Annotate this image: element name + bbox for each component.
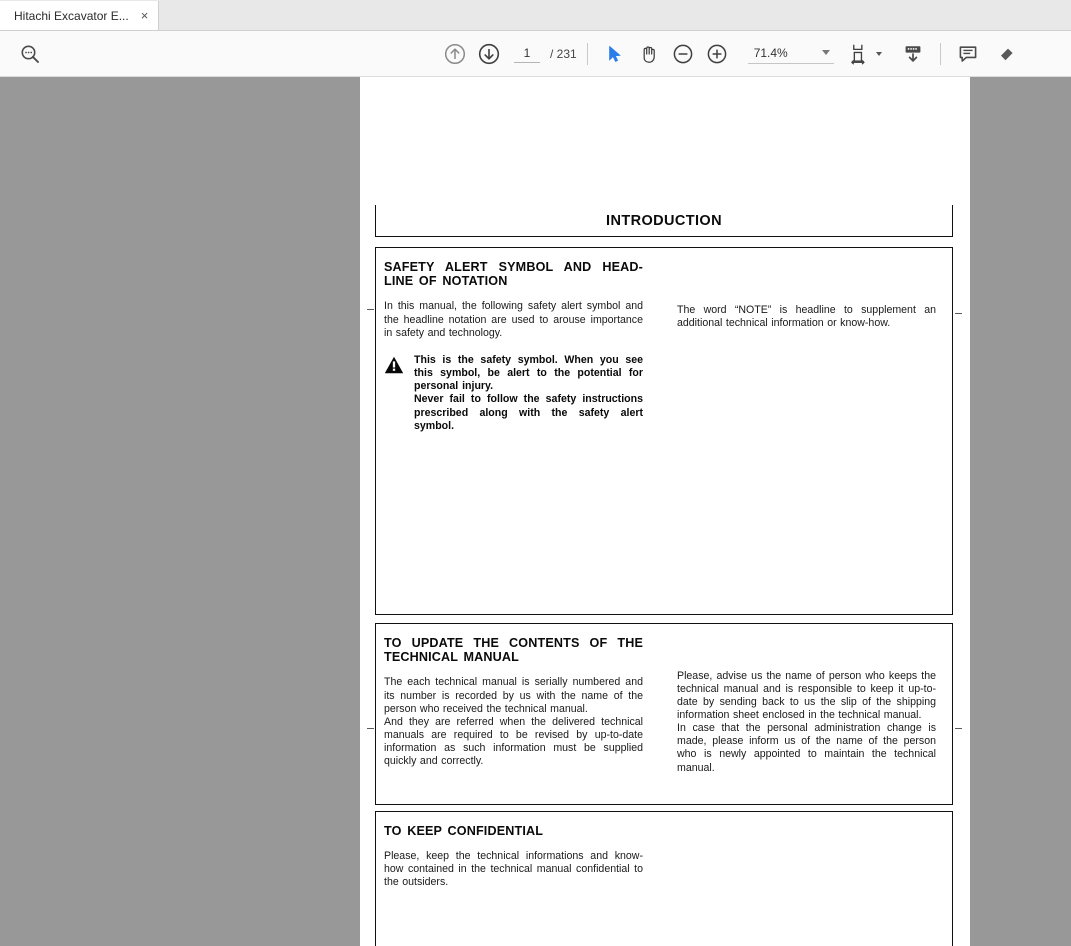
section-1-right-column: The word “NOTE” is headline to supplemen… <box>677 260 936 433</box>
section-1-left-column: SAFETY ALERT SYMBOL AND HEAD-LINE OF NOT… <box>384 260 643 433</box>
page-number-input[interactable] <box>514 44 540 63</box>
section-1-right-body: The word “NOTE” is headline to supplemen… <box>677 304 936 330</box>
zoom-level-value: 71.4% <box>753 45 788 60</box>
scan-edge-mark <box>955 728 962 729</box>
chevron-down-icon <box>875 51 882 56</box>
toolbar-divider-2 <box>939 42 941 65</box>
section-2-right-body-2: In case that the personal administration… <box>677 722 936 774</box>
previous-page-button[interactable] <box>438 37 472 71</box>
chevron-down-icon <box>821 50 830 55</box>
section-3-heading: TO KEEP CONFIDENTIAL <box>384 824 544 838</box>
section-2-heading: TO UPDATE THE CONTENTS OF THE TECHNICAL … <box>384 636 643 665</box>
section-3-right-column <box>677 824 936 889</box>
scan-edge-mark <box>367 728 374 729</box>
tab-bar-empty-area <box>159 1 1071 30</box>
page-total-label: / 231 <box>550 46 577 61</box>
fit-page-button[interactable] <box>848 37 882 71</box>
section-2-right-body-1: Please, advise us the name of person who… <box>677 670 936 722</box>
pdf-viewer-toolbar: / 231 71.4% <box>0 31 1071 77</box>
pdf-viewer-canvas[interactable]: INTRODUCTION SAFETY ALERT SYMBOL AND HEA… <box>0 77 1071 946</box>
section-3-left-column: TO KEEP CONFIDENTIAL Please, keep the te… <box>384 824 643 889</box>
section-2-right-column: Please, advise us the name of person who… <box>677 636 936 775</box>
zoom-out-button[interactable] <box>666 37 700 71</box>
next-page-button[interactable] <box>472 37 506 71</box>
select-tool-button[interactable] <box>598 37 632 71</box>
search-icon[interactable] <box>13 37 47 71</box>
toolbar-divider-1 <box>586 42 588 65</box>
section-update-contents: TO UPDATE THE CONTENTS OF THE TECHNICAL … <box>375 623 953 805</box>
section-1-left-body: In this manual, the following safety ale… <box>384 300 643 339</box>
download-button[interactable] <box>896 37 930 71</box>
section-2-left-column: TO UPDATE THE CONTENTS OF THE TECHNICAL … <box>384 636 643 775</box>
close-icon[interactable]: × <box>139 9 151 22</box>
browser-tab-title: Hitachi Excavator E... <box>14 8 129 23</box>
zoom-in-button[interactable] <box>700 37 734 71</box>
page-title: INTRODUCTION <box>606 212 722 229</box>
browser-tab[interactable]: Hitachi Excavator E... × <box>0 1 160 30</box>
section-2-left-body-2: And they are referred when the delivered… <box>384 715 643 767</box>
section-1-heading: SAFETY ALERT SYMBOL AND HEAD-LINE OF NOT… <box>384 260 643 289</box>
browser-tab-bar: Hitachi Excavator E... × <box>0 0 1071 31</box>
section-keep-confidential: TO KEEP CONFIDENTIAL Please, keep the te… <box>375 811 953 946</box>
safety-alert-text-2: Never fail to follow the safety instruct… <box>414 393 643 432</box>
pan-tool-button[interactable] <box>632 37 666 71</box>
warning-triangle-icon <box>384 354 414 433</box>
safety-alert-callout: This is the safety symbol. When you see … <box>384 354 643 433</box>
section-2-left-body-1: The each technical manual is serially nu… <box>384 676 643 715</box>
zoom-level-select[interactable]: 71.4% <box>747 44 834 64</box>
comment-button[interactable] <box>951 37 985 71</box>
section-safety-alert-symbol: SAFETY ALERT SYMBOL AND HEAD-LINE OF NOT… <box>375 247 953 615</box>
pdf-page: INTRODUCTION SAFETY ALERT SYMBOL AND HEA… <box>360 77 970 946</box>
scan-edge-mark <box>367 309 374 310</box>
safety-alert-text-1: This is the safety symbol. When you see … <box>414 353 643 393</box>
document-header-box: INTRODUCTION <box>375 205 953 237</box>
scan-edge-mark <box>955 313 962 314</box>
highlight-button[interactable] <box>985 37 1019 71</box>
section-3-left-body: Please, keep the technical informations … <box>384 850 643 889</box>
